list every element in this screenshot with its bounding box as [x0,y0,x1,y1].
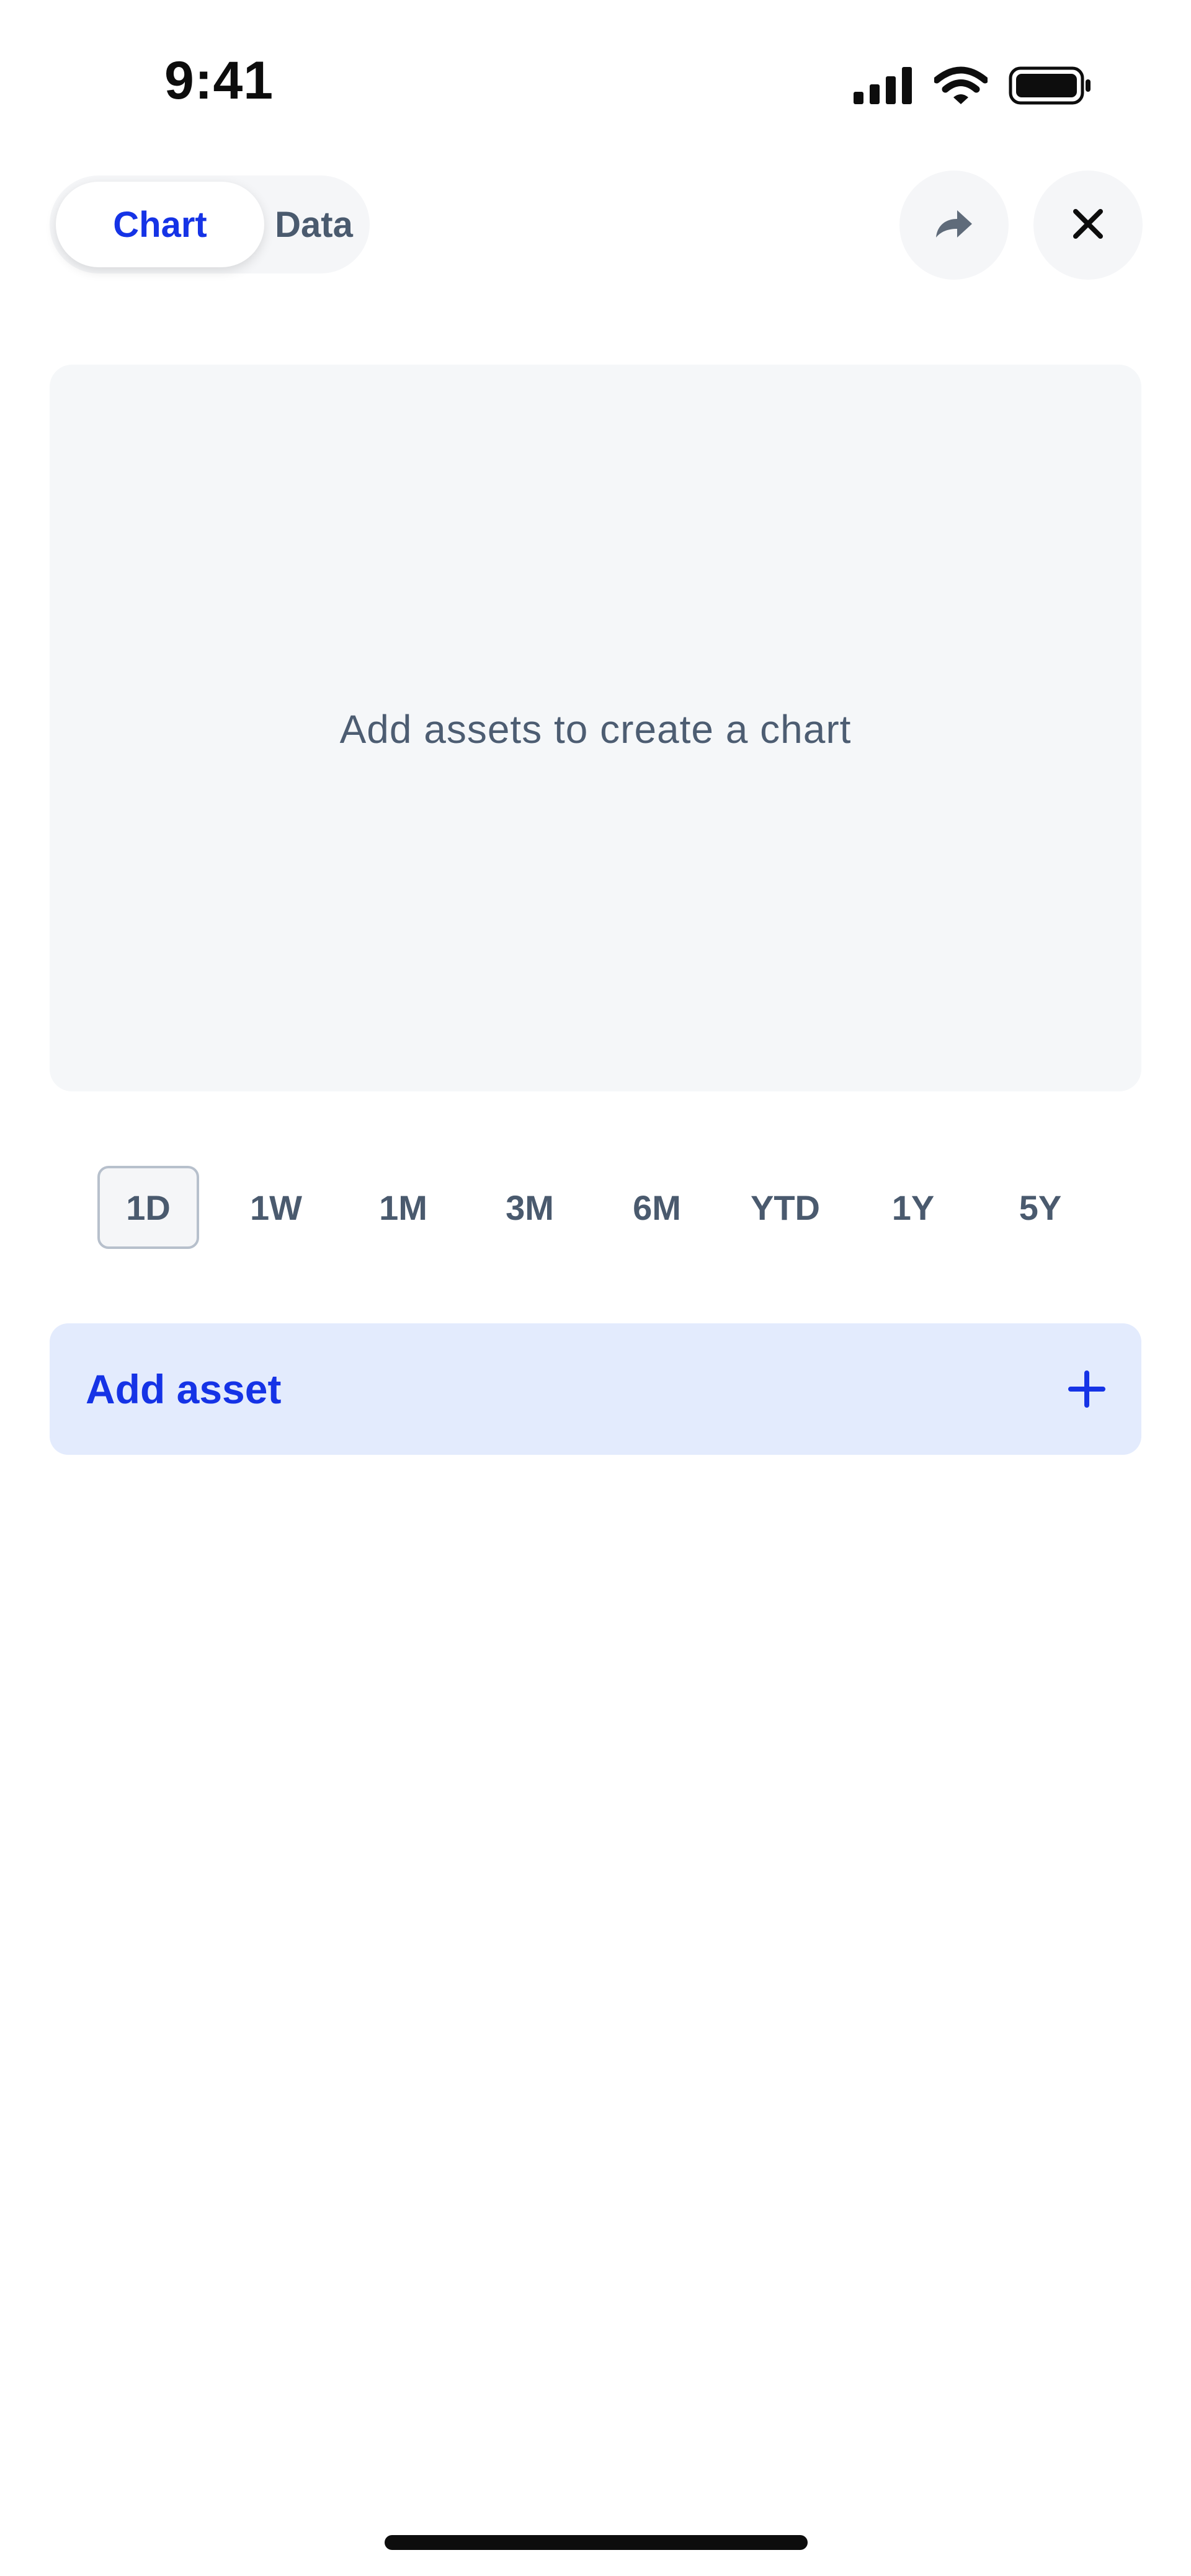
range-ytd[interactable]: YTD [728,1166,842,1249]
close-button[interactable] [1033,171,1143,280]
status-time: 9:41 [164,51,274,110]
status-icons [854,61,1092,110]
tab-data[interactable]: Data [264,182,364,267]
cellular-signal-icon [854,67,913,104]
wifi-icon [934,66,988,105]
range-1y[interactable]: 1Y [862,1166,964,1249]
range-3m[interactable]: 3M [479,1166,581,1249]
range-1w[interactable]: 1W [225,1166,327,1249]
chart-placeholder: Add assets to create a chart [50,365,1141,1091]
range-6m[interactable]: 6M [606,1166,708,1249]
status-bar: 9:41 [0,0,1191,143]
share-arrow-icon [934,208,975,243]
chart-empty-message: Add assets to create a chart [339,707,852,752]
add-asset-label: Add asset [86,1366,282,1412]
add-asset-button[interactable]: Add asset [50,1323,1141,1455]
plus-icon [1067,1369,1107,1409]
time-range-selector: 1D 1W 1M 3M 6M YTD 1Y 5Y [96,1166,1095,1249]
home-indicator[interactable] [385,2535,808,2550]
screen: 9:41 Chart Data Add assets to create a c… [0,0,1191,2576]
battery-icon [1009,66,1092,105]
tab-chart[interactable]: Chart [56,182,264,267]
close-icon [1072,208,1104,243]
range-1d[interactable]: 1D [97,1166,199,1249]
share-button[interactable] [899,171,1009,280]
range-1m[interactable]: 1M [352,1166,454,1249]
range-5y[interactable]: 5Y [989,1166,1091,1249]
view-toggle: Chart Data [50,175,370,273]
